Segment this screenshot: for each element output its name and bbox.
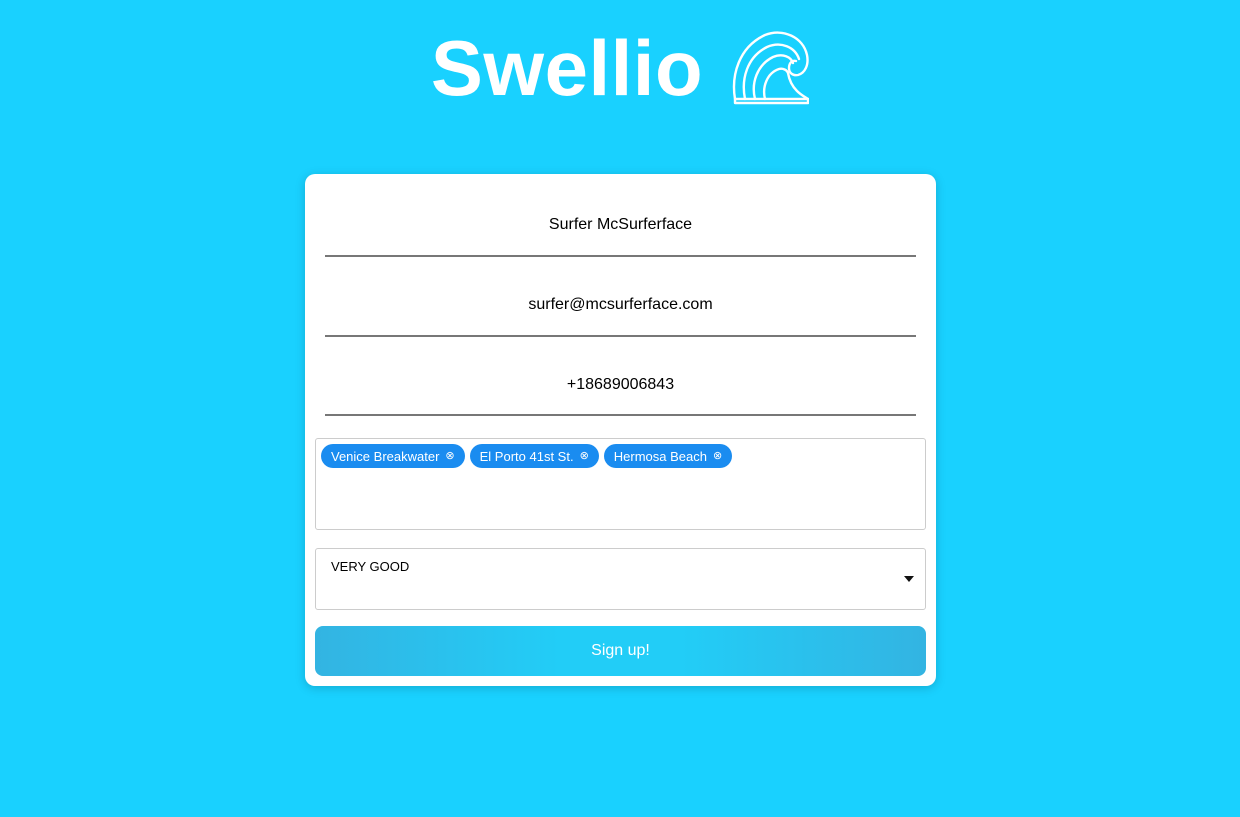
email-input[interactable] — [325, 287, 916, 323]
wave-icon — [732, 31, 810, 105]
spot-tag-label: El Porto 41st St. — [479, 448, 574, 464]
spot-tag: El Porto 41st St. ⊗ — [469, 444, 599, 468]
remove-circle-icon[interactable]: ⊗ — [713, 450, 722, 462]
phone-input[interactable] — [325, 367, 916, 403]
remove-circle-icon[interactable]: ⊗ — [445, 450, 454, 462]
condition-select[interactable]: VERY GOOD — [315, 548, 926, 610]
email-field-wrapper — [325, 257, 916, 337]
name-input[interactable] — [325, 207, 916, 243]
spot-tag: Hermosa Beach ⊗ — [603, 444, 733, 468]
signup-button[interactable]: Sign up! — [315, 626, 926, 676]
header: Swellio — [0, 26, 1240, 110]
caret-down-icon — [904, 576, 914, 582]
surf-spots-multiselect[interactable]: Venice Breakwater ⊗ El Porto 41st St. ⊗ … — [315, 438, 926, 530]
name-field-wrapper — [325, 177, 916, 257]
phone-field-wrapper — [325, 336, 916, 416]
remove-circle-icon[interactable]: ⊗ — [580, 450, 589, 462]
spot-tag: Venice Breakwater ⊗ — [321, 444, 465, 468]
brand-title: Swellio — [430, 24, 704, 112]
spot-tag-label: Hermosa Beach — [613, 448, 707, 464]
spot-tag-label: Venice Breakwater — [331, 448, 440, 464]
signup-card: Venice Breakwater ⊗ El Porto 41st St. ⊗ … — [305, 174, 936, 686]
condition-select-value: VERY GOOD — [331, 559, 410, 574]
